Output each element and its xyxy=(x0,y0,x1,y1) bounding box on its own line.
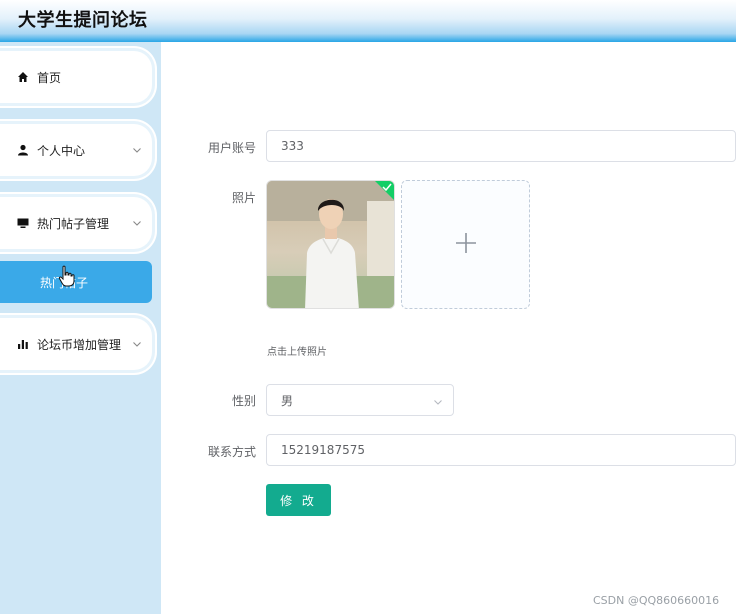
chevron-down-icon xyxy=(132,145,142,155)
sidebar-item-hot-posts-management[interactable]: 热门帖子管理 xyxy=(0,197,152,249)
chevron-down-icon xyxy=(433,396,443,406)
watermark: CSDN @QQ860660016 xyxy=(593,594,720,607)
contact-label: 联系方式 xyxy=(207,445,256,459)
account-value: 333 xyxy=(281,139,304,153)
submit-button[interactable]: 修 改 xyxy=(266,484,331,516)
gender-value: 男 xyxy=(281,393,294,408)
chevron-down-icon xyxy=(132,339,142,349)
user-icon xyxy=(17,144,29,156)
photo-label: 照片 xyxy=(231,191,256,205)
monitor-icon xyxy=(17,217,29,229)
plus-icon xyxy=(455,232,477,258)
gender-label: 性别 xyxy=(231,394,256,408)
sidebar-item-label: 热门帖子管理 xyxy=(37,216,110,231)
gender-select[interactable]: 男 xyxy=(266,384,454,416)
sidebar-item-home[interactable]: 首页 xyxy=(0,51,152,103)
upload-hint: 点击上传照片 xyxy=(267,347,327,358)
app-title: 大学生提问论坛 xyxy=(18,10,148,31)
sidebar-item-personal-center[interactable]: 个人中心 xyxy=(0,124,152,176)
sidebar-item-forum-coins-management[interactable]: 论坛币增加管理 xyxy=(0,318,152,370)
home-icon xyxy=(17,71,29,83)
uploaded-photo[interactable] xyxy=(266,180,395,309)
sidebar-item-label: 个人中心 xyxy=(37,143,86,158)
account-label: 用户账号 xyxy=(207,141,256,155)
sidebar-item-label: 首页 xyxy=(37,70,62,85)
account-input[interactable]: 333 xyxy=(266,130,736,162)
bar-chart-icon xyxy=(17,338,29,350)
contact-input[interactable]: 15219187575 xyxy=(266,434,736,466)
app-header: 大学生提问论坛 xyxy=(0,0,736,42)
chevron-down-icon xyxy=(132,218,142,228)
hand-cursor-icon xyxy=(57,265,77,289)
photo-uploader[interactable] xyxy=(401,180,530,309)
contact-value: 15219187575 xyxy=(281,443,365,457)
sidebar-item-label: 论坛币增加管理 xyxy=(37,337,122,352)
